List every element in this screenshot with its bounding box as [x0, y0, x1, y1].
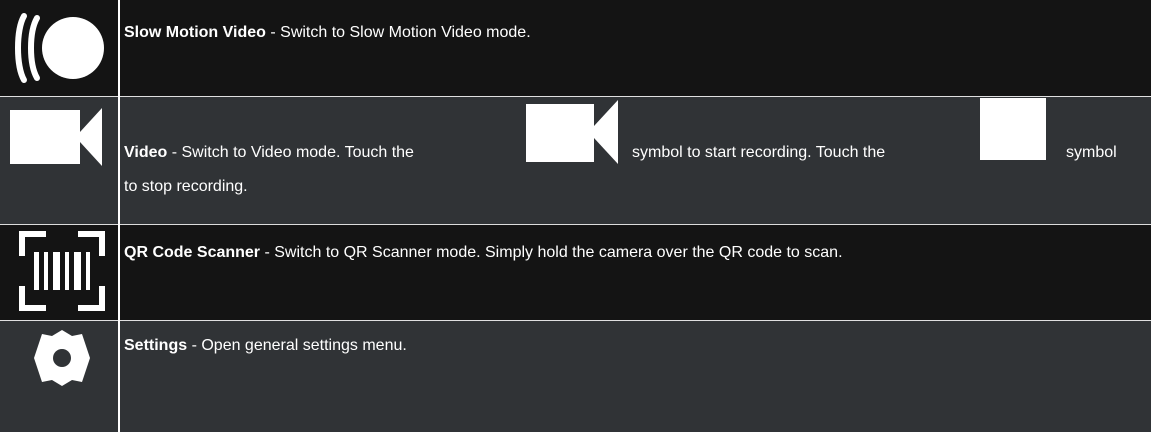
mode-title: QR Code Scanner — [124, 244, 261, 261]
gear-icon — [34, 330, 90, 386]
table-row-qr-scanner: QR Code Scanner - Switch to QR Scanner m… — [0, 224, 1151, 320]
mode-description: symbol to start recording. Touch the — [632, 144, 886, 161]
mode-description: - Switch to Slow Motion Video mode. — [265, 24, 531, 41]
icon-cell — [0, 320, 120, 432]
mode-description: to stop recording. — [124, 178, 248, 195]
table-row-slow-motion: Slow Motion Video - Switch to Slow Motio… — [0, 0, 1151, 96]
row-divider — [0, 96, 1151, 97]
qr-scanner-icon — [19, 231, 105, 311]
description-cell: Video - Switch to Video mode. Touch the … — [120, 96, 1151, 224]
mode-description: - Switch to Video mode. Touch the — [167, 144, 414, 161]
table-row-video: Video - Switch to Video mode. Touch the … — [0, 96, 1151, 224]
stop-square-icon — [980, 98, 1046, 160]
mode-title: Video — [124, 144, 168, 161]
mode-description: symbol — [1066, 144, 1117, 161]
row-text: Settings - Open general settings menu. — [124, 330, 407, 362]
row-text-line1b: symbol to start recording. Touch the — [632, 137, 885, 169]
description-cell: QR Code Scanner - Switch to QR Scanner m… — [120, 224, 1151, 320]
row-text-line1: Video - Switch to Video mode. Touch the — [124, 137, 414, 169]
video-camera-icon — [526, 100, 618, 164]
icon-cell — [0, 224, 120, 320]
description-cell: Slow Motion Video - Switch to Slow Motio… — [120, 0, 1151, 96]
icon-cell — [0, 0, 120, 96]
mode-description: - Open general settings menu. — [187, 337, 407, 354]
row-text: Slow Motion Video - Switch to Slow Motio… — [124, 17, 531, 49]
row-text-line1c: symbol — [1066, 137, 1117, 169]
mode-title: Slow Motion Video — [124, 24, 266, 41]
video-camera-icon — [10, 108, 102, 166]
mode-description: - Switch to QR Scanner mode. Simply hold… — [260, 244, 843, 261]
row-text: QR Code Scanner - Switch to QR Scanner m… — [124, 237, 843, 269]
description-cell: Settings - Open general settings menu. — [120, 320, 1151, 432]
slow-motion-video-icon — [15, 13, 104, 83]
row-divider — [0, 320, 1151, 321]
icon-cell — [0, 96, 120, 224]
mode-reference-table: Slow Motion Video - Switch to Slow Motio… — [0, 0, 1151, 432]
mode-title: Settings — [124, 337, 188, 354]
row-text-line2: to stop recording. — [124, 171, 248, 203]
row-divider — [0, 224, 1151, 225]
table-row-settings: Settings - Open general settings menu. — [0, 320, 1151, 432]
